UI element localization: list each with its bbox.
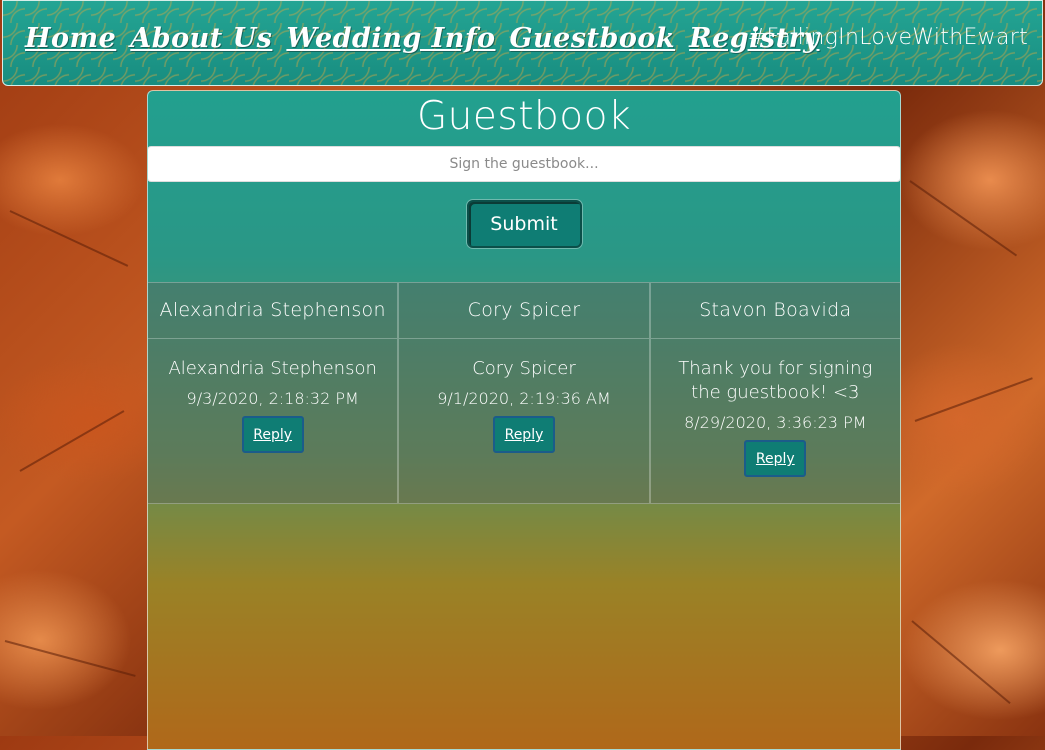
reply-button[interactable]: Reply <box>744 440 807 477</box>
nav-link-wedding-info[interactable]: Wedding Info <box>286 23 495 54</box>
guestbook-entry: Stavon Boavida Thank you for signing the… <box>649 282 900 504</box>
entry-message: Cory Spicer <box>472 358 576 379</box>
page-title: Guestbook <box>416 94 632 139</box>
entry-date: 8/29/2020, 3:36:23 PM <box>684 413 867 432</box>
guestbook-entries: Alexandria Stephenson Alexandria Stephen… <box>148 282 900 504</box>
entry-date: 9/3/2020, 2:18:32 PM <box>186 389 359 408</box>
entry-name: Alexandria Stephenson <box>148 283 398 339</box>
nav-link-about-us[interactable]: About Us <box>130 23 272 54</box>
guestbook-entry: Alexandria Stephenson Alexandria Stephen… <box>148 282 399 504</box>
guestbook-panel: Guestbook Submit Alexandria Stephenson A… <box>147 90 901 750</box>
entry-message: Thank you for signing the guestbook! <3 <box>678 358 873 403</box>
wedding-hashtag: #FallingInLoveWithEwart <box>747 25 1028 50</box>
entry-message: Alexandria Stephenson <box>168 358 377 379</box>
entry-name: Stavon Boavida <box>650 283 900 339</box>
entry-date: 9/1/2020, 2:19:36 AM <box>437 389 611 408</box>
submit-wrap: Submit <box>148 200 900 282</box>
reply-button[interactable]: Reply <box>241 416 304 453</box>
navbar: Home About Us Wedding Info Guestbook Reg… <box>2 0 1043 86</box>
nav-link-home[interactable]: Home <box>25 23 116 54</box>
guestbook-entry: Cory Spicer Cory Spicer 9/1/2020, 2:19:3… <box>398 282 650 504</box>
nav-link-guestbook[interactable]: Guestbook <box>509 23 675 54</box>
guestbook-sign-input[interactable] <box>148 146 900 182</box>
submit-button[interactable]: Submit <box>466 200 582 248</box>
nav-links: Home About Us Wedding Info Guestbook Reg… <box>25 23 819 54</box>
reply-button[interactable]: Reply <box>492 416 555 453</box>
entry-name: Cory Spicer <box>399 283 649 339</box>
